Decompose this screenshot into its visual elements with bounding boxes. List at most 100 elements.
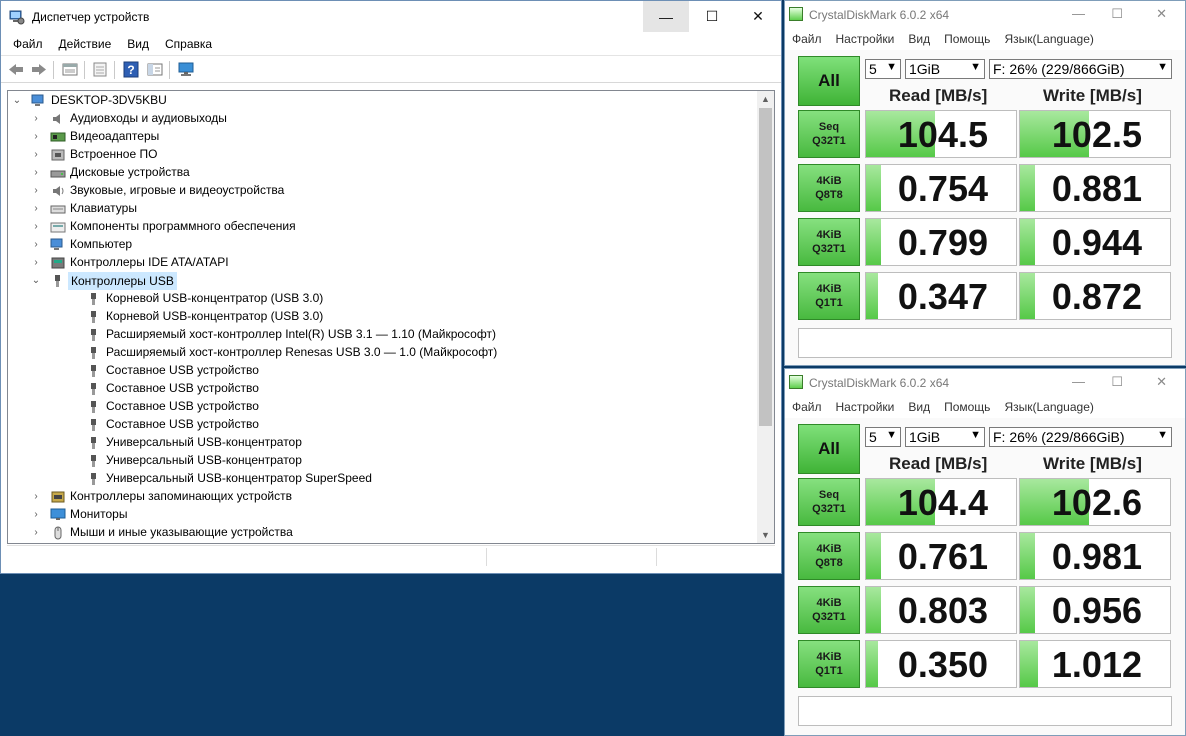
vertical-scrollbar[interactable]: ▲ ▼ [757, 91, 774, 543]
console-tree-icon[interactable] [146, 61, 164, 78]
test-button[interactable]: 4KiB Q1T1 [798, 272, 860, 320]
tree-category[interactable]: › Аудиовходы и аудиовыходы [8, 110, 756, 128]
tree-category[interactable]: › Звуковые, игровые и видеоустройства [8, 182, 756, 200]
expand-chevron-icon[interactable]: › [31, 221, 41, 233]
test-button[interactable]: 4KiB Q32T1 [798, 218, 860, 266]
help-icon[interactable]: ? [122, 61, 140, 78]
tree-category[interactable]: › Мыши и иные указывающие устройства [8, 524, 756, 542]
expand-chevron-icon[interactable]: › [31, 509, 41, 521]
test-button[interactable]: Seq Q32T1 [798, 110, 860, 158]
menu-file[interactable]: Файл [1, 33, 51, 53]
expand-chevron-icon[interactable]: › [31, 167, 41, 179]
maximize-button[interactable]: ☐ [1111, 6, 1123, 22]
menu-view[interactable]: Вид [901, 396, 937, 418]
tree-category[interactable]: › Видеоадаптеры [8, 128, 756, 146]
test-button[interactable]: 4KiB Q32T1 [798, 586, 860, 634]
tree-device-usb[interactable]: Составное USB устройство [8, 416, 756, 434]
menu-help[interactable]: Справка [157, 33, 220, 53]
title-bar[interactable]: Диспетчер устройств — ☐ ✕ [1, 1, 781, 33]
test-count-select[interactable]: 5 ▼ [865, 427, 901, 447]
menu-view[interactable]: Вид [119, 33, 157, 53]
tree-category[interactable]: › Мониторы [8, 506, 756, 524]
read-result-cell: 0.761 [865, 532, 1017, 580]
menu-file[interactable]: Файл [785, 396, 829, 418]
benchmark-panel: All 5 ▼ 1GiB ▼ F: 26% (229/866GiB) ▼ Read [MB/s… [785, 418, 1185, 735]
all-tests-button[interactable]: All [798, 424, 860, 474]
expand-chevron-icon[interactable]: › [31, 239, 41, 251]
menu-action[interactable]: Действие [51, 33, 120, 53]
tree-category[interactable]: › Контроллеры IDE ATA/ATAPI [8, 254, 756, 272]
scroll-down-arrow-icon[interactable]: ▼ [757, 527, 774, 543]
scroll-up-arrow-icon[interactable]: ▲ [757, 91, 774, 107]
menu-settings[interactable]: Настройки [829, 28, 902, 50]
tree-category[interactable]: › Клавиатуры [8, 200, 756, 218]
close-button[interactable]: ✕ [1156, 6, 1167, 22]
title-bar[interactable]: CrystalDiskMark 6.0.2 x64 — ☐ ✕ [785, 369, 1185, 396]
tree-category[interactable]: › Встроенное ПО [8, 146, 756, 164]
menu-view[interactable]: Вид [901, 28, 937, 50]
tree-device-usb[interactable]: Расширяемый хост-контроллер Renesas USB … [8, 344, 756, 362]
tree-device-usb[interactable]: Составное USB устройство [8, 362, 756, 380]
comment-input[interactable] [798, 328, 1172, 358]
tree-device-usb[interactable]: Составное USB устройство [8, 398, 756, 416]
write-result-value: 0.881 [1051, 168, 1142, 209]
menu-help[interactable]: Помощь [937, 396, 997, 418]
test-button[interactable]: Seq Q32T1 [798, 478, 860, 526]
drive-select[interactable]: F: 26% (229/866GiB) ▼ [989, 59, 1172, 79]
maximize-button[interactable]: ☐ [1111, 374, 1123, 390]
expand-chevron-icon[interactable]: › [31, 257, 41, 269]
menu-file[interactable]: Файл [785, 28, 829, 50]
menu-language[interactable]: Язык(Language) [997, 396, 1100, 418]
tree-category-usb-controllers[interactable]: ⌄ Контроллеры USB [8, 272, 756, 290]
tree-category[interactable]: › Дисковые устройства [8, 164, 756, 182]
expand-chevron-icon[interactable]: › [31, 131, 41, 143]
test-count-value: 5 [869, 429, 877, 445]
tree-device-usb[interactable]: Универсальный USB-концентратор [8, 434, 756, 452]
document-icon[interactable] [91, 61, 109, 78]
tree-category[interactable]: › Компоненты программного обеспечения [8, 218, 756, 236]
tree-device-usb[interactable]: Универсальный USB-концентратор [8, 452, 756, 470]
expand-chevron-icon[interactable]: › [31, 491, 41, 503]
minimize-button[interactable]: — [1072, 6, 1085, 21]
comment-input[interactable] [798, 696, 1172, 726]
maximize-button[interactable]: ☐ [689, 1, 735, 32]
properties-view-icon[interactable] [61, 61, 79, 78]
tree-category[interactable]: › Компьютер [8, 236, 756, 254]
back-arrow-icon[interactable] [7, 61, 25, 78]
collapse-chevron-icon[interactable]: ⌄ [31, 275, 41, 287]
expand-chevron-icon[interactable]: › [31, 203, 41, 215]
scrollbar-thumb[interactable] [759, 108, 772, 426]
monitor-scan-icon[interactable] [177, 61, 195, 78]
tree-device-usb[interactable]: Корневой USB-концентратор (USB 3.0) [8, 290, 756, 308]
tree-item-label: Аудиовходы и аудиовыходы [70, 111, 227, 125]
tree-device-usb[interactable]: Расширяемый хост-контроллер Intel(R) USB… [8, 326, 756, 344]
tree-root-computer[interactable]: ⌄ DESKTOP-3DV5KBU [8, 92, 756, 110]
tree-device-usb[interactable]: Корневой USB-концентратор (USB 3.0) [8, 308, 756, 326]
test-count-select[interactable]: 5 ▼ [865, 59, 901, 79]
read-result-cell: 0.347 [865, 272, 1017, 320]
forward-arrow-icon[interactable] [30, 61, 48, 78]
test-button[interactable]: 4KiB Q8T8 [798, 532, 860, 580]
minimize-button[interactable]: — [1072, 374, 1085, 389]
tree-device-usb[interactable]: Составное USB устройство [8, 380, 756, 398]
expand-chevron-icon[interactable]: › [31, 185, 41, 197]
expand-chevron-icon[interactable]: › [31, 113, 41, 125]
test-button[interactable]: 4KiB Q8T8 [798, 164, 860, 212]
close-button[interactable]: ✕ [735, 1, 781, 32]
drive-select[interactable]: F: 26% (229/866GiB) ▼ [989, 427, 1172, 447]
collapse-chevron-icon[interactable]: ⌄ [12, 95, 22, 107]
tree-device-usb[interactable]: Универсальный USB-концентратор SuperSpee… [8, 470, 756, 488]
test-button[interactable]: 4KiB Q1T1 [798, 640, 860, 688]
expand-chevron-icon[interactable]: › [31, 149, 41, 161]
title-bar[interactable]: CrystalDiskMark 6.0.2 x64 — ☐ ✕ [785, 1, 1185, 28]
all-tests-button[interactable]: All [798, 56, 860, 106]
menu-settings[interactable]: Настройки [829, 396, 902, 418]
menu-help[interactable]: Помощь [937, 28, 997, 50]
expand-chevron-icon[interactable]: › [31, 527, 41, 539]
test-size-select[interactable]: 1GiB ▼ [905, 427, 985, 447]
menu-language[interactable]: Язык(Language) [997, 28, 1100, 50]
tree-category[interactable]: › Контроллеры запоминающих устройств [8, 488, 756, 506]
test-size-select[interactable]: 1GiB ▼ [905, 59, 985, 79]
minimize-button[interactable]: — [643, 1, 689, 32]
close-button[interactable]: ✕ [1156, 374, 1167, 390]
